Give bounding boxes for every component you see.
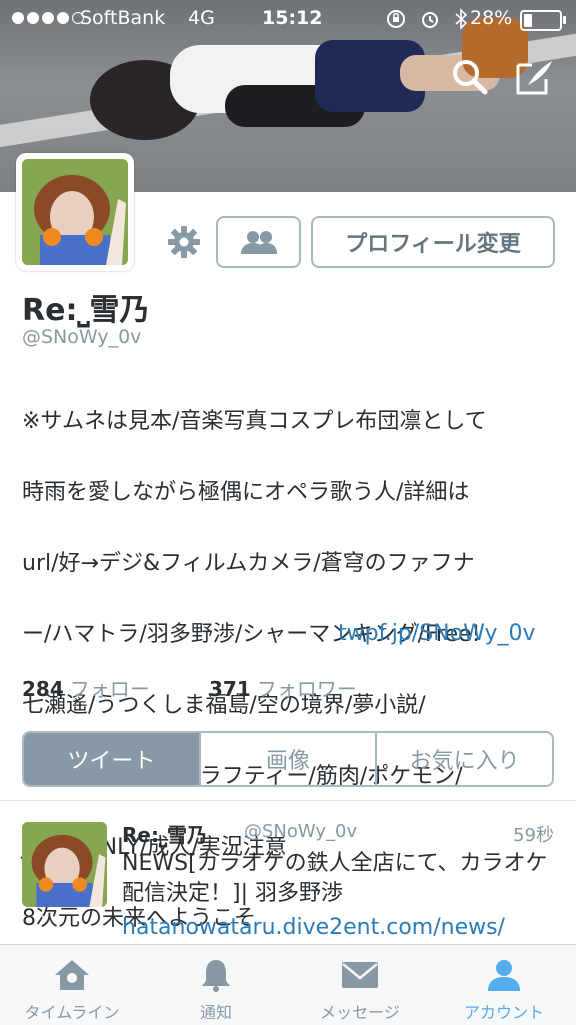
- user-handle: @SNoWy_0v: [22, 326, 142, 348]
- followers-label: フォロワー: [256, 677, 357, 701]
- envelope-icon: [342, 962, 378, 988]
- status-time: 15:12: [262, 7, 323, 29]
- settings-button[interactable]: [164, 222, 204, 262]
- search-icon: [453, 60, 488, 95]
- profile-avatar[interactable]: [16, 153, 134, 271]
- followers-count: 371: [209, 677, 251, 701]
- battery-percent: 28%: [470, 7, 513, 29]
- battery-icon: [520, 10, 566, 31]
- followers-stat[interactable]: 371 フォロワー: [209, 673, 357, 702]
- home-icon: [55, 960, 89, 990]
- segment-images[interactable]: 画像: [198, 733, 376, 785]
- tweet-item[interactable]: Re:⎵雪乃 @SNoWy_0v 59秒 NEWS[カラオケの鉄人全店にて、カラ…: [0, 801, 576, 944]
- tab-timeline[interactable]: タイムライン: [0, 945, 144, 1025]
- lists-button[interactable]: [216, 216, 301, 268]
- following-stat[interactable]: 284 フォロー: [22, 673, 150, 702]
- gear-icon: [168, 226, 200, 258]
- tab-notifications[interactable]: 通知: [144, 945, 288, 1025]
- signal-strength-icon: [12, 12, 84, 24]
- tweet-avatar[interactable]: [22, 822, 107, 907]
- following-label: フォロー: [69, 677, 150, 701]
- people-icon: [240, 231, 277, 254]
- status-bar: SoftBank 4G 15:12 28%: [0, 0, 576, 38]
- bio-line: url/好→デジ&フィルムカメラ/蒼穹のファフナ: [22, 550, 475, 576]
- compose-icon: [516, 61, 552, 95]
- tab-account[interactable]: アカウント: [432, 945, 576, 1025]
- avatar: [22, 159, 128, 265]
- carrier-label: SoftBank: [80, 7, 166, 29]
- bio-line: ※サムネは見本/音楽写真コスプレ布団凛として: [22, 408, 487, 434]
- bio-link[interactable]: twpf.jp/SNoWy_0v: [338, 616, 536, 652]
- segment-favorites[interactable]: お気に入り: [375, 733, 552, 785]
- rotation-lock-icon: [387, 10, 405, 28]
- tab-label: メッセージ: [320, 1003, 400, 1022]
- segment-tweets[interactable]: ツイート: [24, 733, 199, 785]
- edit-profile-button[interactable]: プロフィール変更: [311, 216, 555, 268]
- following-count: 284: [22, 677, 64, 701]
- tab-label: 通知: [199, 1003, 232, 1022]
- bluetooth-icon: [455, 8, 468, 30]
- tweet-text: NEWS[カラオケの鉄人全店にて、カラオケ配信決定！]| 羽多野渉: [122, 851, 548, 906]
- tweet-timestamp: 59秒: [513, 825, 554, 846]
- compose-tweet-button[interactable]: [512, 55, 556, 99]
- network-type: 4G: [188, 7, 215, 29]
- person-icon: [488, 960, 520, 991]
- display-name: Re:⎵雪乃: [22, 293, 150, 328]
- profile-segmented-control: ツイート 画像 お気に入り: [22, 731, 554, 787]
- tab-messages[interactable]: メッセージ: [288, 945, 432, 1025]
- search-button[interactable]: [448, 55, 492, 99]
- tab-bar: タイムライン 通知 メッセージ アカウント: [0, 944, 576, 1025]
- tweet-author-name: Re:⎵雪乃: [122, 823, 207, 847]
- tab-label: タイムライン: [24, 1003, 120, 1022]
- bell-icon: [202, 960, 230, 992]
- tweet-author-handle: @SNoWy_0v: [244, 821, 358, 842]
- alarm-icon: [422, 12, 438, 28]
- tweet-link[interactable]: hatanowataru.dive2ent.com/news/: [122, 915, 505, 940]
- bio-line: 時雨を愛しながら極偶にオペラ歌う人/詳細は: [22, 479, 470, 505]
- tab-label: アカウント: [463, 1003, 544, 1022]
